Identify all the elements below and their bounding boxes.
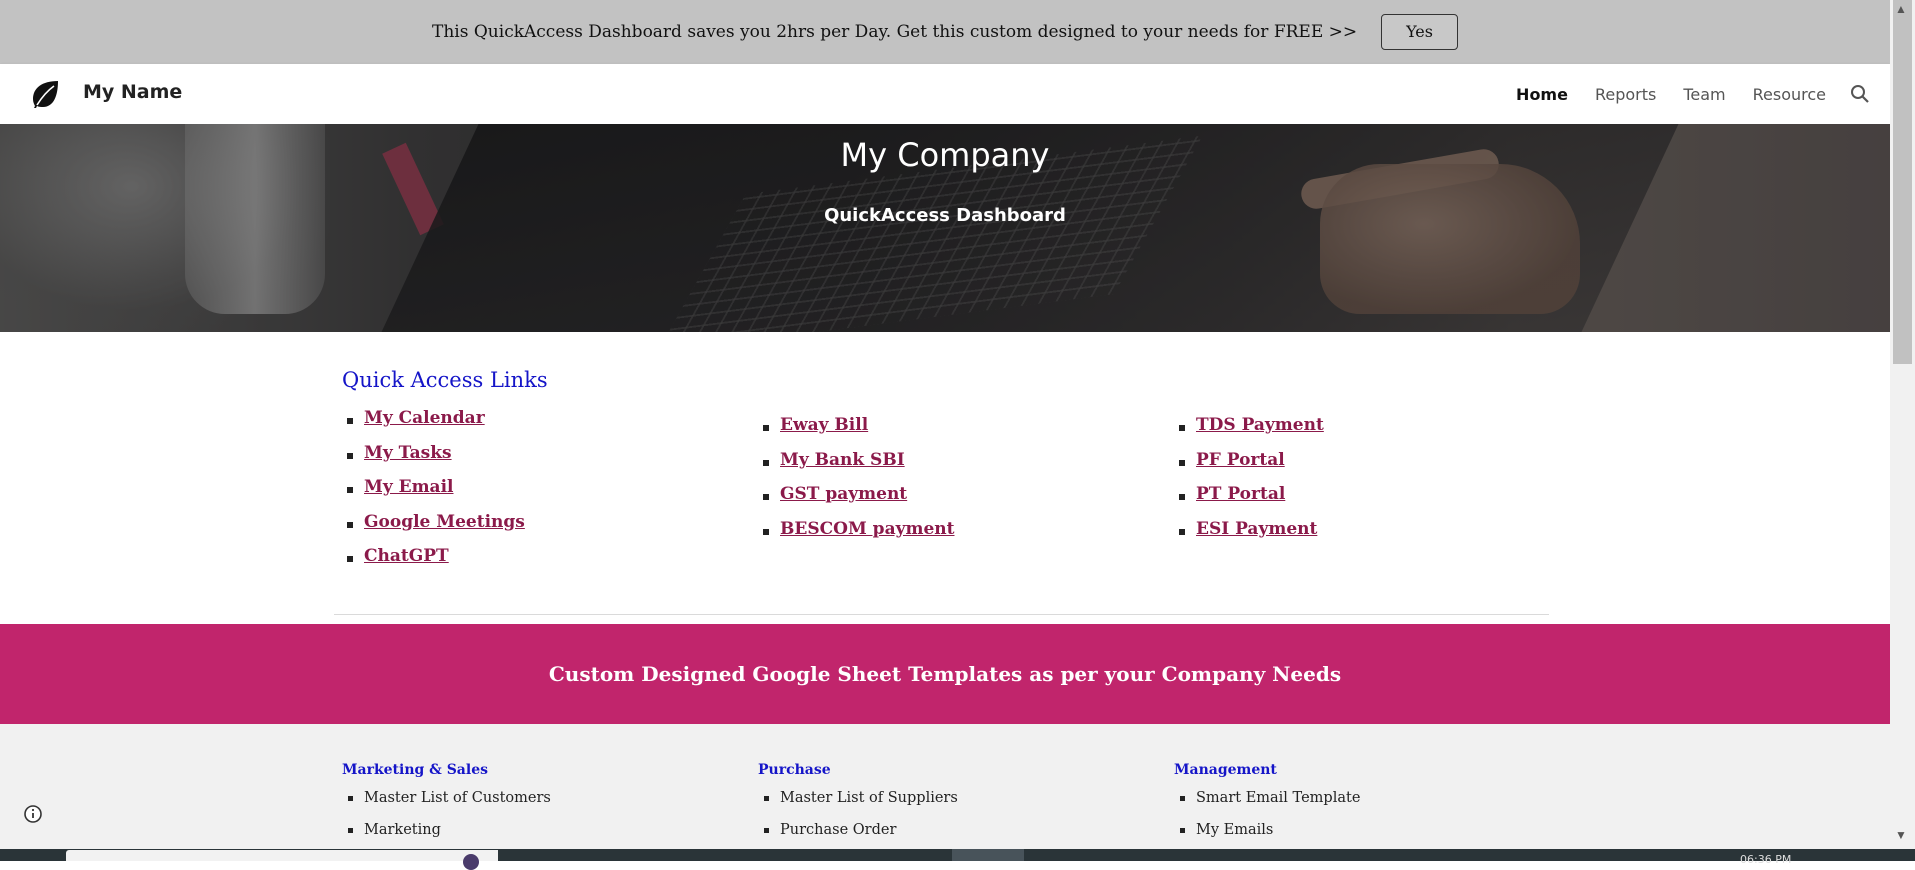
list-item: My Email <box>342 477 525 512</box>
link-chatgpt[interactable]: ChatGPT <box>364 546 449 566</box>
site-header: My Name Home Reports Team Resource <box>0 64 1890 124</box>
quick-links-column-2: Eway Bill My Bank SBI GST payment BESCOM… <box>758 415 954 553</box>
list-item: Smart Email Template <box>1174 790 1360 822</box>
list-item: Purchase Order <box>758 822 958 849</box>
scroll-up-icon[interactable]: ▲ <box>1895 2 1907 16</box>
list-item: ESI Payment <box>1174 519 1324 554</box>
taskbar-clock: 06:36 PM <box>1740 853 1792 866</box>
templates-band-text: Custom Designed Google Sheet Templates a… <box>548 662 1342 686</box>
quick-links-column-1: My Calendar My Tasks My Email Google Mee… <box>342 408 525 581</box>
leaf-logo-icon[interactable] <box>30 79 60 109</box>
templates-column-management: Management Smart Email Template My Email… <box>1174 762 1360 849</box>
list-item: PF Portal <box>1174 450 1324 485</box>
list-item: ChatGPT <box>342 546 525 581</box>
list-item: TDS Payment <box>1174 415 1324 450</box>
list-item: Master List of Suppliers <box>758 790 958 822</box>
scrollbar-thumb[interactable] <box>1893 0 1912 364</box>
link-esi-payment[interactable]: ESI Payment <box>1196 519 1317 539</box>
link-my-calendar[interactable]: My Calendar <box>364 408 485 428</box>
taskbar-active-app[interactable] <box>952 849 1024 861</box>
nav-team[interactable]: Team <box>1683 85 1725 104</box>
link-eway-bill[interactable]: Eway Bill <box>780 415 868 435</box>
list-item: Master List of Customers <box>342 790 551 822</box>
hero-subtitle: QuickAccess Dashboard <box>824 205 1066 226</box>
quick-links-column-3: TDS Payment PF Portal PT Portal ESI Paym… <box>1174 415 1324 553</box>
column-heading: Management <box>1174 762 1277 778</box>
link-gst-payment[interactable]: GST payment <box>780 484 907 504</box>
list-item: Eway Bill <box>758 415 954 450</box>
search-icon[interactable] <box>1850 84 1870 104</box>
nav-reports[interactable]: Reports <box>1595 85 1656 104</box>
section-divider <box>334 614 1549 615</box>
link-pt-portal[interactable]: PT Portal <box>1196 484 1285 504</box>
templates-band: Custom Designed Google Sheet Templates a… <box>0 624 1890 724</box>
templates-column-purchase: Purchase Master List of Suppliers Purcha… <box>758 762 958 849</box>
column-heading: Marketing & Sales <box>342 762 488 778</box>
list-item: PT Portal <box>1174 484 1324 519</box>
hero-banner: My Company QuickAccess Dashboard <box>0 124 1890 332</box>
column-heading: Purchase <box>758 762 831 778</box>
list-item: Google Meetings <box>342 512 525 547</box>
info-icon[interactable] <box>22 803 44 825</box>
nav-home[interactable]: Home <box>1516 85 1568 104</box>
main-nav: Home Reports Team Resource <box>1489 85 1826 104</box>
list-item: BESCOM payment <box>758 519 954 554</box>
list-item: My Emails <box>1174 822 1360 849</box>
link-my-tasks[interactable]: My Tasks <box>364 443 452 463</box>
list-item: GST payment <box>758 484 954 519</box>
link-my-email[interactable]: My Email <box>364 477 454 497</box>
promo-text: This QuickAccess Dashboard saves you 2hr… <box>432 22 1358 42</box>
taskbar-search-box[interactable] <box>66 850 498 861</box>
yes-button[interactable]: Yes <box>1381 14 1458 50</box>
hero-title: My Company <box>840 136 1050 174</box>
link-google-meetings[interactable]: Google Meetings <box>364 512 525 532</box>
promo-banner: This QuickAccess Dashboard saves you 2hr… <box>0 0 1890 64</box>
list-item: My Calendar <box>342 408 525 443</box>
list-item: My Tasks <box>342 443 525 478</box>
list-item: Marketing <box>342 822 551 849</box>
list-item: My Bank SBI <box>758 450 954 485</box>
templates-section: Marketing & Sales Master List of Custome… <box>0 724 1890 849</box>
link-tds-payment[interactable]: TDS Payment <box>1196 415 1324 435</box>
link-pf-portal[interactable]: PF Portal <box>1196 450 1285 470</box>
site-name[interactable]: My Name <box>83 81 182 103</box>
scroll-down-icon[interactable]: ▼ <box>1895 828 1907 842</box>
templates-column-marketing: Marketing & Sales Master List of Custome… <box>342 762 551 849</box>
quick-links-title: Quick Access Links <box>342 368 548 392</box>
taskbar-app-icon[interactable] <box>463 854 479 870</box>
nav-resource[interactable]: Resource <box>1753 85 1826 104</box>
link-bescom-payment[interactable]: BESCOM payment <box>780 519 954 539</box>
link-my-bank-sbi[interactable]: My Bank SBI <box>780 450 905 470</box>
